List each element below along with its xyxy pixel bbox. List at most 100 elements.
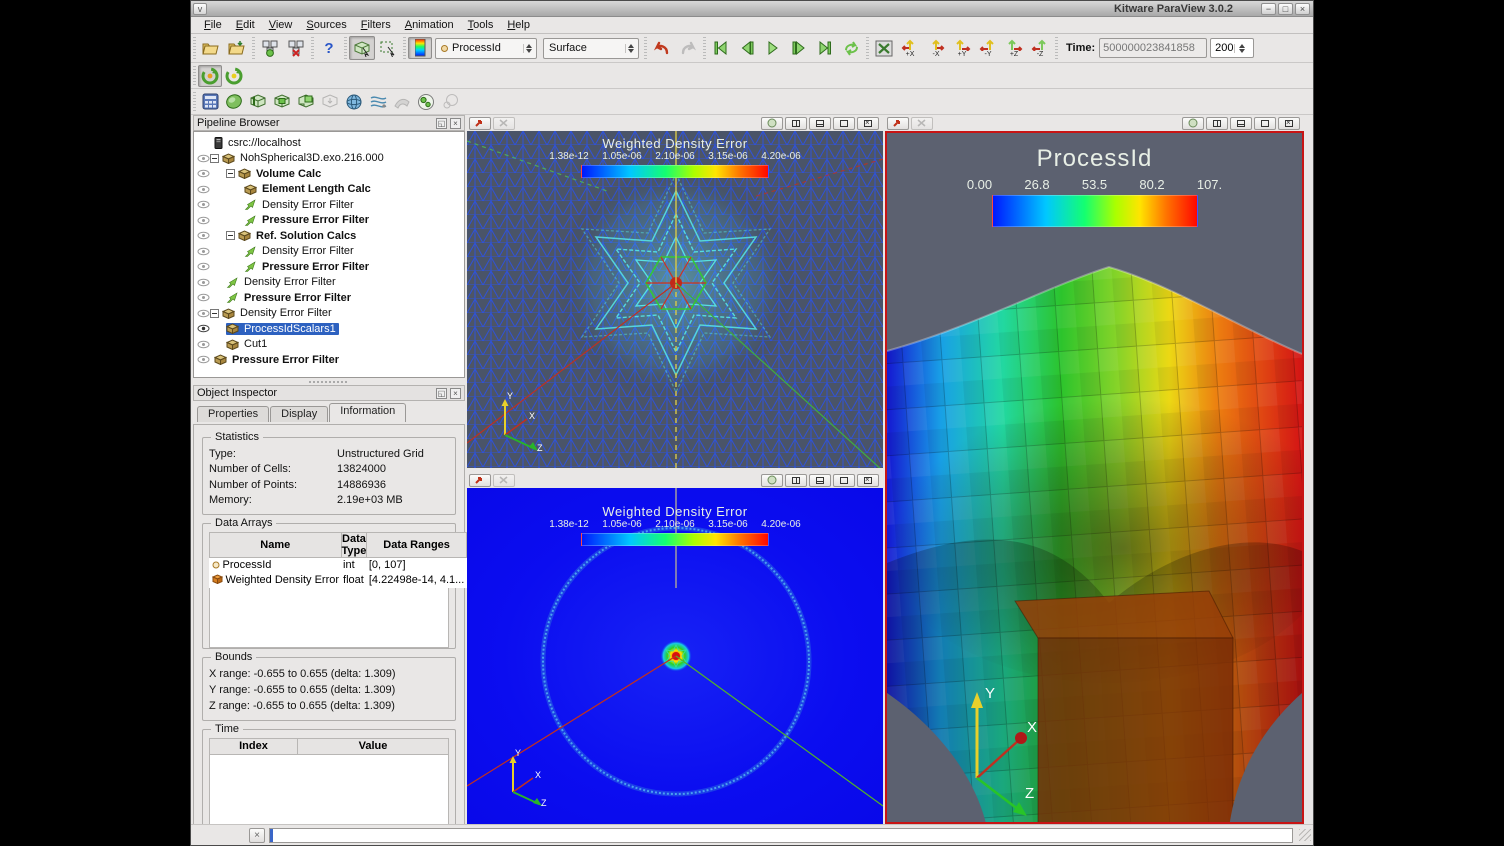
next-frame-button[interactable]	[786, 36, 812, 60]
abort-progress-button[interactable]: ×	[249, 828, 265, 843]
table-row[interactable]: ProcessId int [0, 107]	[210, 558, 467, 573]
time-value-field[interactable]: 500000023841858	[1099, 38, 1207, 58]
last-frame-button[interactable]	[812, 36, 838, 60]
tab-display[interactable]: Display	[270, 406, 328, 422]
split-horizontal-icon[interactable]	[785, 474, 807, 487]
split-horizontal-icon[interactable]	[785, 117, 807, 130]
visibility-eye-icon[interactable]	[196, 200, 210, 209]
float-panel-icon[interactable]: ◱	[436, 388, 447, 399]
redo-button[interactable]	[675, 36, 701, 60]
expander-icon[interactable]	[226, 231, 235, 240]
color-by-combo[interactable]: ProcessId	[435, 38, 537, 59]
camera-plus-y-button[interactable]: +Y	[949, 36, 975, 60]
extract-subset-icon[interactable]	[294, 91, 318, 113]
table-row[interactable]: Weighted Density Error float [4.22498e-1…	[210, 573, 467, 588]
expander-icon[interactable]	[226, 169, 235, 178]
pipeline-item-ref-solution-calcs[interactable]: Ref. Solution Calcs	[194, 228, 464, 244]
pipeline-item-density-error-filter[interactable]: Density Error Filter	[194, 244, 464, 260]
stream-tracer-icon[interactable]	[366, 91, 390, 113]
accept-button[interactable]	[222, 65, 246, 87]
camera-minus-z-button[interactable]: -Z	[1027, 36, 1053, 60]
float-panel-icon[interactable]: ◱	[436, 118, 447, 129]
connect-server-button[interactable]	[257, 36, 283, 60]
calculator-icon[interactable]	[198, 91, 222, 113]
titlebar[interactable]: v Kitware ParaView 3.0.2 − □ ×	[191, 1, 1313, 17]
camera-plus-x-button[interactable]: +X	[897, 36, 923, 60]
column-header[interactable]: Data Ranges	[367, 533, 466, 558]
visibility-eye-icon[interactable]	[196, 154, 210, 163]
close-panel-icon[interactable]: ×	[450, 388, 461, 399]
threshold-icon[interactable]	[270, 91, 294, 113]
resize-grip[interactable]	[1299, 829, 1311, 841]
visibility-eye-icon[interactable]	[196, 340, 210, 349]
slice-icon[interactable]	[246, 91, 270, 113]
pipeline-item-element-length-calc[interactable]: Element Length Calc	[194, 182, 464, 198]
pipeline-item-density-error-filter-2[interactable]: Density Error Filter	[194, 306, 464, 322]
lookmark-icon[interactable]	[761, 474, 783, 487]
split-vertical-icon[interactable]	[809, 474, 831, 487]
close-button[interactable]: ×	[1295, 3, 1310, 15]
close-view-icon[interactable]	[1278, 117, 1300, 130]
pipeline-item-density-error-filter[interactable]: Density Error Filter	[194, 275, 464, 291]
pipeline-item-server[interactable]: csrc://localhost	[194, 135, 464, 151]
representation-combo[interactable]: Surface	[543, 38, 639, 59]
render-viewport-processid[interactable]: Y X Z ProcessId 0.00 26.8 53.5 80.2 107.	[885, 131, 1304, 824]
maximize-view-icon[interactable]	[833, 117, 855, 130]
menu-sources[interactable]: Sources	[299, 18, 353, 32]
reset-camera-button[interactable]	[871, 36, 897, 60]
menu-view[interactable]: View	[262, 18, 300, 32]
help-button[interactable]: ?	[316, 36, 342, 60]
visibility-eye-icon[interactable]	[196, 309, 210, 318]
column-header[interactable]: Index	[210, 738, 298, 754]
visibility-eye-icon[interactable]	[196, 324, 210, 333]
visibility-eye-icon[interactable]	[196, 231, 210, 240]
maximize-view-icon[interactable]	[833, 474, 855, 487]
glyph-icon[interactable]	[318, 91, 342, 113]
visibility-eye-icon[interactable]	[196, 293, 210, 302]
render-viewport-mesh[interactable]: Y X Z Weighted Density Error 1.38e-12 1.…	[467, 131, 883, 468]
warp-icon[interactable]	[390, 91, 414, 113]
dock-splitter[interactable]	[193, 378, 465, 385]
pipeline-item-pressure-error-filter[interactable]: Pressure Error Filter	[194, 259, 464, 275]
pipeline-item-volume-calc[interactable]: Volume Calc	[194, 166, 464, 182]
menu-tools[interactable]: Tools	[461, 18, 501, 32]
menu-help[interactable]: Help	[500, 18, 537, 32]
selection-mode-icon[interactable]	[911, 117, 933, 130]
contour-icon[interactable]	[342, 91, 366, 113]
menu-edit[interactable]: Edit	[229, 18, 262, 32]
group-datasets-icon[interactable]	[414, 91, 438, 113]
auto-accept-button[interactable]	[198, 65, 222, 87]
play-button[interactable]	[760, 36, 786, 60]
color-map-editor-button[interactable]	[408, 37, 432, 59]
undo-button[interactable]	[649, 36, 675, 60]
render-viewport-slice[interactable]: Y X Z Weighted Density Error 1.38e-12 1.…	[467, 488, 883, 824]
extract-group-icon[interactable]	[438, 91, 462, 113]
camera-plus-z-button[interactable]: +Z	[1001, 36, 1027, 60]
close-view-icon[interactable]	[857, 117, 879, 130]
first-frame-button[interactable]	[708, 36, 734, 60]
pipeline-item-density-error-filter[interactable]: Density Error Filter	[194, 197, 464, 213]
visibility-eye-icon[interactable]	[196, 355, 210, 364]
open-file-button[interactable]	[198, 36, 224, 60]
close-panel-icon[interactable]: ×	[450, 118, 461, 129]
pipeline-item-pressure-error-filter[interactable]: Pressure Error Filter	[194, 213, 464, 229]
menu-filters[interactable]: Filters	[354, 18, 398, 32]
pipeline-item-reader[interactable]: NohSpherical3D.exo.216.000	[194, 151, 464, 167]
rubber-band-select-button[interactable]	[375, 36, 401, 60]
loop-button[interactable]	[838, 36, 864, 60]
tab-information[interactable]: Information	[329, 403, 406, 422]
save-data-button[interactable]	[224, 36, 250, 60]
expander-icon[interactable]	[210, 309, 219, 318]
interaction-mode-icon[interactable]	[887, 117, 909, 130]
selection-mode-icon[interactable]	[493, 117, 515, 130]
selection-mode-icon[interactable]	[493, 474, 515, 487]
interaction-mode-icon[interactable]	[469, 117, 491, 130]
visibility-eye-icon[interactable]	[196, 262, 210, 271]
pipeline-browser-header[interactable]: Pipeline Browser ◱ ×	[193, 115, 465, 131]
close-view-icon[interactable]	[857, 474, 879, 487]
pipeline-item-cut1[interactable]: Cut1	[194, 337, 464, 353]
menu-file[interactable]: File	[197, 18, 229, 32]
column-header[interactable]: Name	[210, 533, 342, 558]
surface-selection-button[interactable]	[349, 36, 375, 60]
menu-animation[interactable]: Animation	[398, 18, 461, 32]
